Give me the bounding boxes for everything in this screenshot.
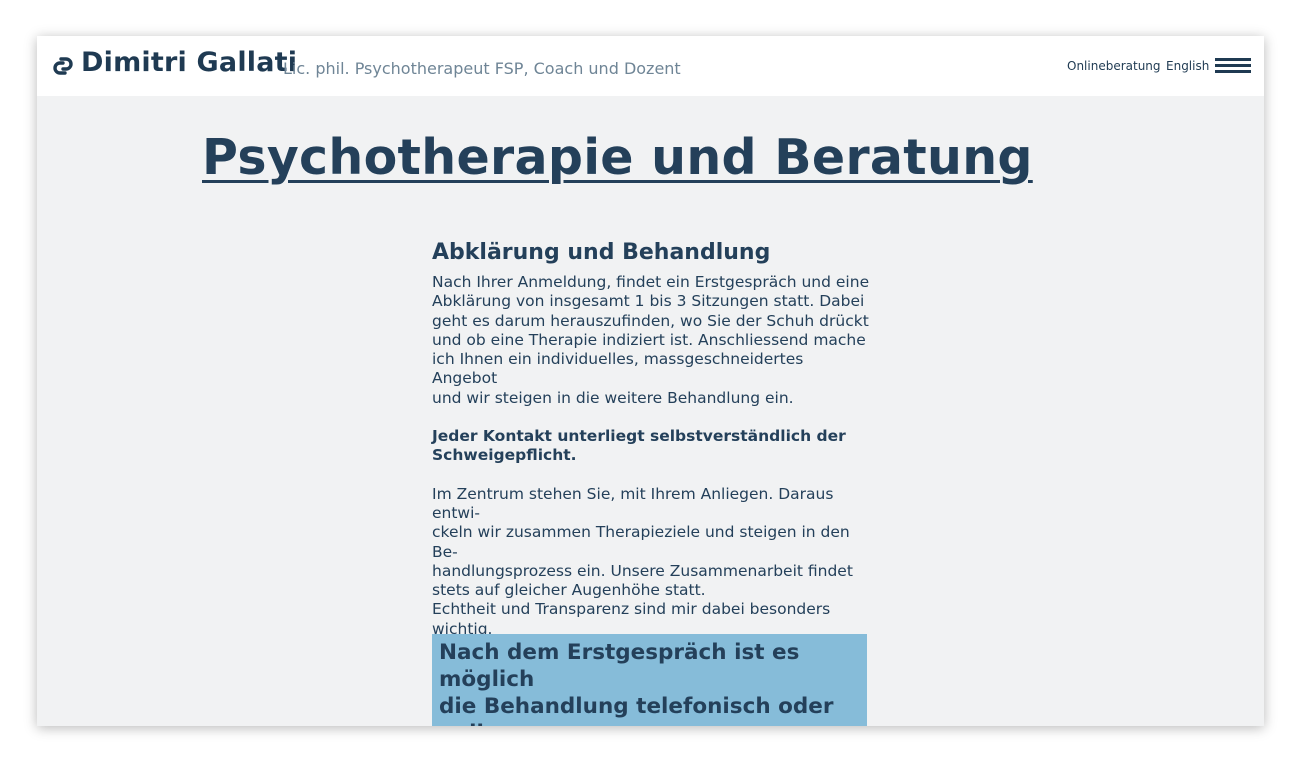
hamburger-bar: [1215, 58, 1251, 61]
site-header: Dimitri Gallati Lic. phil. Psychotherape…: [37, 36, 1264, 96]
page-title: Psychotherapie und Beratung: [202, 129, 1033, 186]
section-title: Abklärung und Behandlung: [432, 240, 771, 265]
browser-page: Dimitri Gallati Lic. phil. Psychotherape…: [37, 36, 1264, 726]
hamburger-menu-icon[interactable]: [1215, 58, 1251, 75]
paragraph-assessment: Nach Ihrer Anmeldung, findet ein Erstges…: [432, 273, 870, 407]
logo-icon[interactable]: [51, 54, 75, 78]
site-name[interactable]: Dimitri Gallati: [81, 47, 297, 78]
highlight-box: Nach dem Erstgespräch ist es möglich die…: [432, 634, 867, 726]
nav-onlineberatung-link[interactable]: Onlineberatung: [1067, 59, 1161, 73]
highlight-text: Nach dem Erstgespräch ist es möglich die…: [439, 640, 834, 726]
site-tagline: Lic. phil. Psychotherapeut FSP, Coach un…: [283, 59, 681, 78]
nav-language-link[interactable]: English: [1166, 59, 1209, 73]
paragraph-confidentiality: Jeder Kontakt unterliegt selbstverständl…: [432, 427, 846, 465]
main-content: Abklärung und Behandlung Nach Ihrer Anme…: [432, 240, 872, 639]
paragraph-collaboration: Im Zentrum stehen Sie, mit Ihrem Anliege…: [432, 484, 853, 638]
hamburger-bar: [1215, 64, 1251, 67]
hamburger-bar: [1215, 70, 1251, 73]
